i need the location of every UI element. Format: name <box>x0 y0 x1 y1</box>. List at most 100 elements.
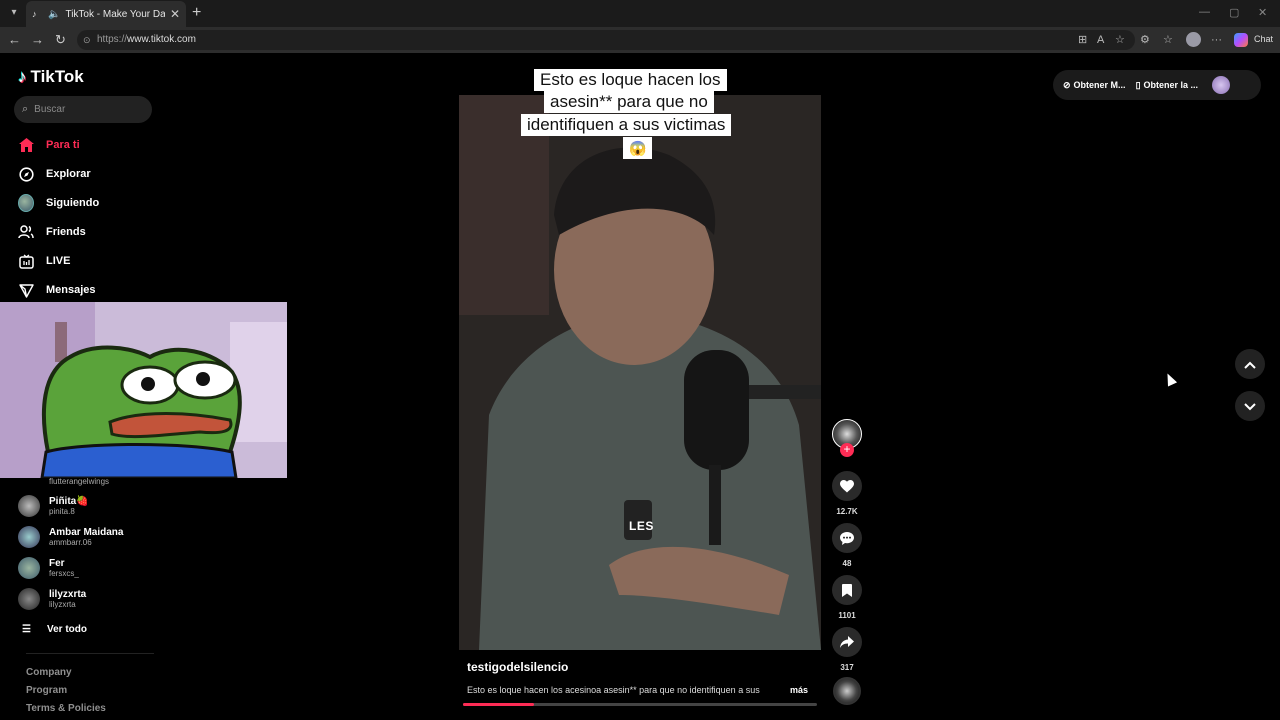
comment-icon[interactable] <box>832 523 862 553</box>
site-info-icon[interactable]: ⊙ <box>83 30 91 50</box>
extensions-icon[interactable]: ⚙ <box>1140 33 1150 47</box>
get-app-button[interactable]: ▯ Obtener la ... <box>1136 80 1198 91</box>
browser-tab[interactable]: ♪ 🔈 TikTok - Make Your Day ✕ <box>26 1 186 27</box>
save-count: 1101 <box>838 611 856 620</box>
nav-label: Mensajes <box>46 284 96 296</box>
close-window-icon[interactable]: ✕ <box>1258 6 1267 19</box>
video-progress-bar[interactable] <box>463 703 817 706</box>
following-item[interactable]: lilyzxrta lilyzxrta <box>18 588 86 610</box>
following-handle: ammbarr.06 <box>49 538 92 547</box>
top-right-actions: ⊘ Obtener M... ▯ Obtener la ... <box>1053 70 1261 100</box>
list-icon: ☰ <box>22 624 31 635</box>
new-tab-button[interactable]: + <box>192 4 201 22</box>
video-player[interactable] <box>459 95 821 650</box>
compass-icon <box>18 166 34 182</box>
footer-link-terms[interactable]: Terms & Policies <box>26 703 106 714</box>
search-input[interactable] <box>34 104 135 115</box>
maximize-icon[interactable]: ▢ <box>1229 6 1239 19</box>
like-action[interactable]: 12.7K <box>832 471 862 516</box>
favorites-icon[interactable]: ☆ <box>1163 33 1173 47</box>
avatar <box>18 495 40 517</box>
minimize-icon[interactable]: — <box>1199 6 1210 18</box>
share-action[interactable]: 317 <box>832 627 862 672</box>
bookmark-icon[interactable] <box>832 575 862 605</box>
reload-icon[interactable]: ↻ <box>55 32 66 48</box>
following-handle: pinita.8 <box>49 507 75 516</box>
nav-explorar[interactable]: Explorar <box>18 166 91 182</box>
video-description: Esto es loque hacen los acesinoa asesin*… <box>467 685 760 695</box>
brand-name: TikTok <box>30 67 84 86</box>
close-tab-icon[interactable]: ✕ <box>170 7 180 21</box>
heart-icon[interactable] <box>832 471 862 501</box>
caption-line: identifiquen a sus victimas <box>521 114 732 136</box>
speaker-icon[interactable]: 🔈 <box>48 9 60 20</box>
video-subtitle: LES <box>629 519 654 533</box>
live-tv-icon <box>18 253 34 269</box>
tiktok-favicon-icon: ♪ <box>32 8 37 19</box>
translate-icon[interactable]: A <box>1097 33 1104 47</box>
nav-live[interactable]: LIVE <box>18 253 70 269</box>
nav-label: LIVE <box>46 255 71 267</box>
following-name: lilyzxrta <box>49 589 87 600</box>
sidebar-divider <box>26 653 154 654</box>
copilot-icon[interactable] <box>1234 33 1248 47</box>
following-item[interactable]: Fer fersxcs_ <box>18 557 79 579</box>
nav-siguiendo[interactable]: Siguiendo <box>18 194 100 212</box>
get-app-label: Obtener la ... <box>1143 80 1199 90</box>
footer-link-company[interactable]: Company <box>26 667 72 678</box>
nav-label: Friends <box>46 226 86 238</box>
pepe-sticker-overlay <box>0 302 287 478</box>
more-button[interactable]: más <box>790 685 808 695</box>
avatar <box>18 588 40 610</box>
tiktok-logo[interactable]: ♪ TikTok <box>18 67 84 87</box>
search-box[interactable]: ⌕ <box>14 96 152 123</box>
footer-link-program[interactable]: Program <box>26 685 67 696</box>
browser-toolbar: ← → ↻ ⊙ https://www.tiktok.com ⊞ A ☆ ⚙ ☆… <box>0 27 1280 53</box>
video-progress-fill <box>463 703 534 706</box>
following-name: Fer <box>49 558 65 569</box>
more-menu-icon[interactable]: ··· <box>1211 33 1222 47</box>
get-coins-button[interactable]: ⊘ Obtener M... <box>1063 80 1126 91</box>
comment-action[interactable]: 48 <box>832 523 862 568</box>
caption-line: asesin** para que no <box>544 91 714 113</box>
following-name: Ambar Maidana <box>49 527 124 538</box>
following-handle: flutterangelwings <box>49 477 110 486</box>
nav-label: Siguiendo <box>46 197 100 209</box>
see-all-link[interactable]: ☰ Ver todo <box>22 624 87 635</box>
following-item[interactable]: Ambar Maidana ammbarr.06 <box>18 526 123 548</box>
save-action[interactable]: 1101 <box>832 575 862 620</box>
address-bar[interactable]: ⊙ https://www.tiktok.com <box>77 30 1135 50</box>
following-item[interactable]: Piñita🍓 pinita.8 <box>18 495 89 517</box>
favorite-star-icon[interactable]: ☆ <box>1115 33 1125 47</box>
nav-label: Para ti <box>46 139 80 151</box>
nav-label: Explorar <box>46 168 91 180</box>
chat-button[interactable]: Chat <box>1254 34 1273 44</box>
app-grid-icon[interactable]: ⊞ <box>1078 33 1087 47</box>
tiktok-note-icon: ♪ <box>18 67 27 86</box>
music-disc-avatar[interactable] <box>833 677 861 705</box>
nav-friends[interactable]: Friends <box>18 224 86 240</box>
comment-count: 48 <box>842 559 852 568</box>
avatar <box>18 526 40 548</box>
get-coins-label: Obtener M... <box>1073 80 1126 90</box>
home-icon <box>18 137 34 153</box>
nav-para-ti[interactable]: Para ti <box>18 137 80 153</box>
caption-emoji: 😱 <box>623 137 653 159</box>
avatar <box>18 557 40 579</box>
next-video-button[interactable] <box>1235 391 1265 421</box>
profile-avatar[interactable] <box>1212 76 1231 94</box>
previous-video-button[interactable] <box>1235 349 1265 379</box>
share-icon[interactable] <box>832 627 862 657</box>
url-scheme: https:// <box>97 34 128 45</box>
tab-list-dropdown-icon[interactable]: ▾ <box>6 5 22 21</box>
nav-mensajes[interactable]: Mensajes <box>18 282 96 298</box>
see-all-label: Ver todo <box>46 624 87 635</box>
follow-plus-icon[interactable]: + <box>840 443 854 457</box>
back-icon[interactable]: ← <box>8 32 21 48</box>
video-author[interactable]: testigodelsilencio <box>467 660 568 674</box>
mouse-cursor-icon <box>1162 371 1178 387</box>
profile-avatar[interactable] <box>1186 32 1201 47</box>
forward-icon[interactable]: → <box>31 32 44 48</box>
friends-icon <box>18 224 34 240</box>
browser-tab-bar: ▾ ♪ 🔈 TikTok - Make Your Day ✕ + — ▢ ✕ <box>0 0 1280 27</box>
